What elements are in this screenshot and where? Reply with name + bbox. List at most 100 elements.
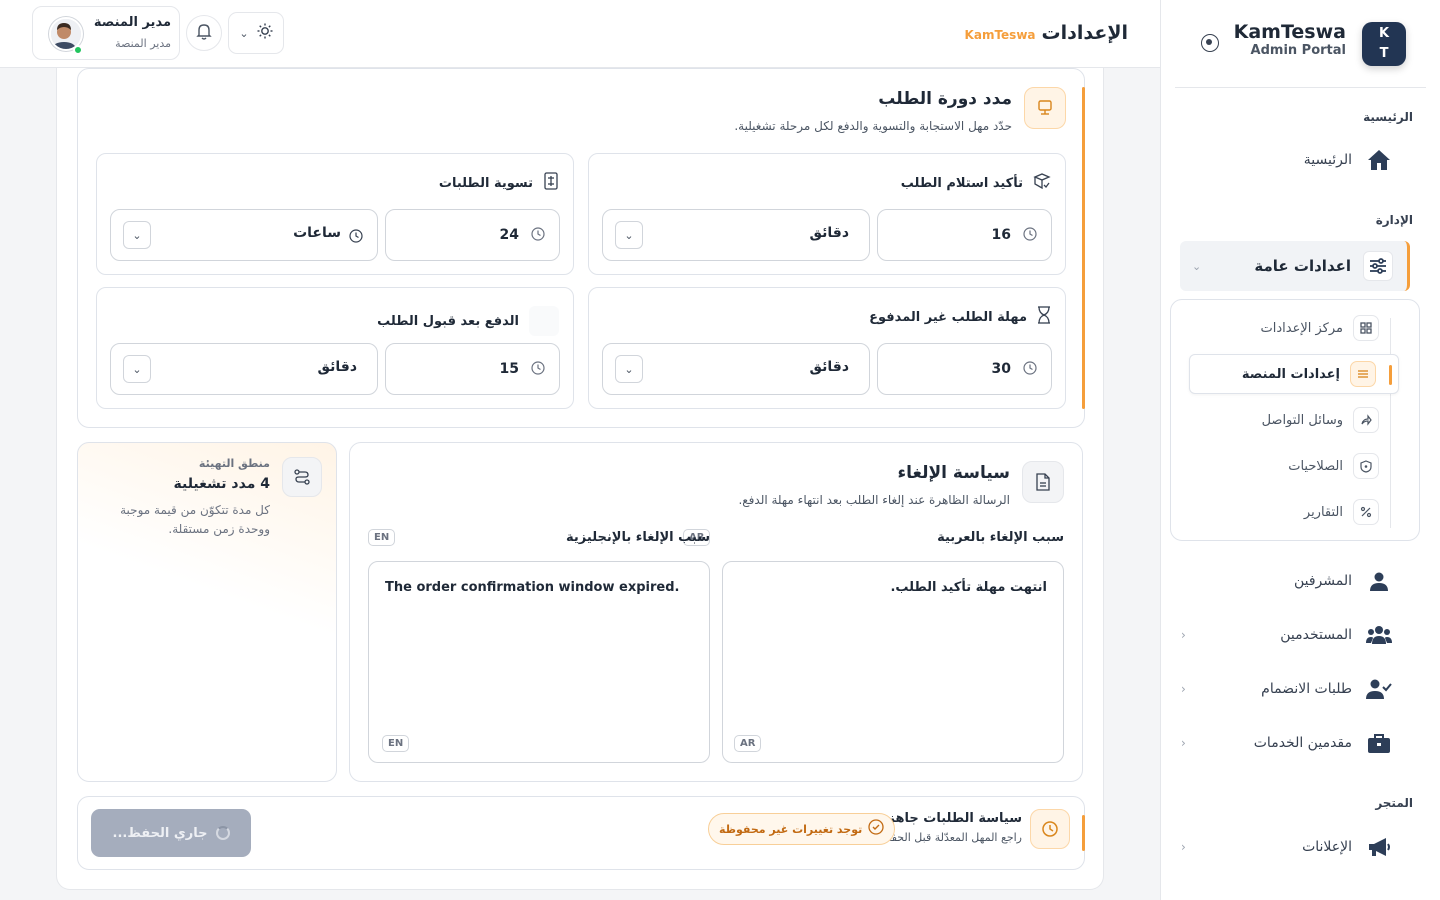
field-label: تأكيد استلام الطلب: [900, 175, 1023, 191]
sidebar-item-users[interactable]: المستخدمين: [1192, 615, 1392, 655]
chevron-left-icon: ‹: [1181, 736, 1186, 750]
en-language-tag: EN: [382, 735, 410, 752]
grid-icon: [1353, 315, 1379, 341]
duration-value-input[interactable]: 30: [877, 343, 1052, 395]
brand-avatar-letter-2: T: [1379, 46, 1389, 61]
submenu-item-label: مركز الإعدادات: [1260, 320, 1344, 336]
online-status-indicator: [73, 45, 83, 55]
user-role: مدير المنصة: [115, 37, 171, 50]
ar-reason-textarea[interactable]: انتهت مهلة تأكيد الطلب. AR: [722, 561, 1064, 763]
chevron-down-icon: ⌄: [615, 355, 643, 383]
duration-unit-select[interactable]: دقائق ⌄: [602, 209, 870, 261]
submenu-item-label: إعدادات المنصة: [1241, 366, 1340, 382]
en-reason-label: سبب الإلغاء بالإنجليزية: [566, 530, 710, 545]
sidebar-item-supervisors[interactable]: المشرفين: [1192, 561, 1392, 601]
payment-icon: [529, 306, 559, 336]
field-confirm-receipt: تأكيد استلام الطلب 16 دقائق ⌄: [588, 153, 1066, 275]
user-check-icon: [1366, 676, 1392, 702]
chevron-down-icon: ⌄: [239, 26, 249, 40]
clock-icon: [531, 360, 545, 379]
unsaved-changes-badge: توجد تغييرات غير محفوظة: [708, 813, 896, 845]
brand: K T KamTeswa Admin Portal: [1179, 18, 1422, 70]
user-icon: [1366, 568, 1392, 594]
duration-unit-select[interactable]: دقائق ⌄: [602, 343, 870, 395]
sidebar-item-label: مقدمين الخدمات: [1253, 735, 1352, 751]
sidebar-item-label: المشرفين: [1293, 573, 1352, 589]
chevron-left-icon: ‹: [1181, 682, 1186, 696]
submenu-item-permissions[interactable]: الصلاحيات: [1169, 446, 1379, 486]
theme-switcher[interactable]: ⌄: [228, 12, 284, 54]
sidebar-item-label: المستخدمين: [1280, 627, 1352, 643]
hourglass-icon: [1037, 306, 1051, 328]
section-title-home: الرئيسية: [1363, 110, 1413, 124]
sidebar-item-label: اعدادات عامة: [1254, 257, 1351, 275]
submenu-guide-line: [1390, 318, 1391, 528]
logic-description: كل مدة تتكوّن من قيمة موجبة ووحدة زمن مس…: [120, 503, 270, 536]
settings-submenu: مركز الإعدادات إعدادات المنصة وسائل التو…: [1170, 299, 1420, 541]
duration-unit-select[interactable]: دقائق ⌄: [110, 343, 378, 395]
submenu-item-social[interactable]: وسائل التواصل: [1169, 400, 1379, 440]
logic-title: 4 مدد تشغيلية: [173, 476, 270, 492]
clock-icon: [531, 226, 545, 245]
sliders-icon: [1363, 251, 1393, 281]
sidebar-item-label: طلبات الانضمام: [1261, 681, 1352, 697]
selected-unit: دقائق: [809, 225, 849, 241]
sun-icon: [257, 23, 273, 43]
sidebar-item-providers[interactable]: مقدمين الخدمات: [1192, 723, 1392, 763]
submenu-item-reports[interactable]: التقارير: [1169, 492, 1379, 532]
field-label: الدفع بعد قبول الطلب: [377, 313, 519, 329]
card-subtitle: الرسالة الظاهرة عند إلغاء الطلب بعد انته…: [738, 493, 1010, 507]
notifications-button[interactable]: [186, 15, 222, 51]
main-content: مدد دورة الطلب حدّد مهل الاستجابة والتسو…: [56, 68, 1104, 890]
bell-icon: [196, 23, 212, 44]
clock-icon: [1023, 360, 1037, 379]
input-value: 24: [499, 227, 519, 243]
selected-unit: ساعات: [293, 225, 341, 241]
duration-value-input[interactable]: 15: [385, 343, 560, 395]
brand-avatar[interactable]: K T: [1362, 22, 1406, 66]
chevron-left-icon: ‹: [1181, 840, 1186, 854]
sidebar-item-general-settings[interactable]: اعدادات عامة ⌄: [1180, 241, 1410, 291]
duration-value-input[interactable]: 24: [385, 209, 560, 261]
user-menu[interactable]: مدير المنصة مدير المنصة: [32, 6, 180, 60]
submenu-item-settings-center[interactable]: مركز الإعدادات: [1169, 308, 1379, 348]
page-title: الإعدادات KamTeswa: [965, 22, 1128, 44]
save-button[interactable]: جاري الحفظ...: [91, 809, 251, 857]
card-title: سياسة الإلغاء: [897, 463, 1010, 483]
users-icon: [1366, 622, 1392, 648]
submenu-item-label: الصلاحيات: [1288, 458, 1343, 474]
submenu-item-label: وسائل التواصل: [1261, 412, 1343, 428]
page-title-text: الإعدادات: [1041, 22, 1128, 44]
unsaved-label: توجد تغييرات غير محفوظة: [719, 822, 863, 836]
section-title-admin: الإدارة: [1375, 213, 1413, 227]
save-bar: سياسة الطلبات جاهزة راجع المهل المعدّلة …: [77, 796, 1085, 870]
chevron-down-icon: ⌄: [615, 221, 643, 249]
sidebar-item-join-requests[interactable]: طلبات الانضمام: [1192, 669, 1392, 709]
cancellation-policy-card: سياسة الإلغاء الرسالة الظاهرة عند إلغاء …: [349, 442, 1083, 782]
spinner-icon: [215, 826, 230, 840]
brand-text: KamTeswa Admin Portal: [1234, 21, 1346, 58]
sidebar-item-ads[interactable]: الإعلانات: [1192, 827, 1392, 867]
package-icon: [1033, 172, 1051, 194]
duration-value-input[interactable]: 16: [877, 209, 1052, 261]
selected-unit: دقائق: [317, 359, 357, 375]
chevron-down-icon: ⌄: [123, 355, 151, 383]
input-value: 16: [991, 227, 1011, 243]
chevron-left-icon: ‹: [1181, 628, 1186, 642]
save-bar-subtitle: راجع المهل المعدّلة قبل الحفظ.: [877, 831, 1022, 844]
home-icon: [1366, 147, 1392, 173]
save-button-label: جاري الحفظ...: [112, 825, 208, 841]
receipt-icon: [543, 172, 559, 194]
duration-unit-select[interactable]: ساعات ⌄: [110, 209, 378, 261]
sidebar: K T KamTeswa Admin Portal الرئيسية الرئي…: [1160, 0, 1440, 900]
sidebar-toggle-icon[interactable]: [1201, 34, 1219, 52]
submenu-item-label: التقارير: [1303, 504, 1343, 520]
section-title-store: المتجر: [1375, 796, 1413, 810]
ar-language-tag: AR: [734, 735, 762, 752]
sidebar-item-home[interactable]: الرئيسية: [1192, 140, 1392, 180]
en-reason-textarea[interactable]: The order confirmation window expired. E…: [368, 561, 710, 763]
ar-reason-label: سبب الإلغاء بالعربية: [937, 530, 1064, 545]
field-orders-settlement: تسوية الطلبات 24 ساعات ⌄: [96, 153, 574, 275]
sidebar-item-label: الإعلانات: [1302, 839, 1352, 855]
submenu-item-platform-settings[interactable]: إعدادات المنصة: [1189, 354, 1399, 394]
